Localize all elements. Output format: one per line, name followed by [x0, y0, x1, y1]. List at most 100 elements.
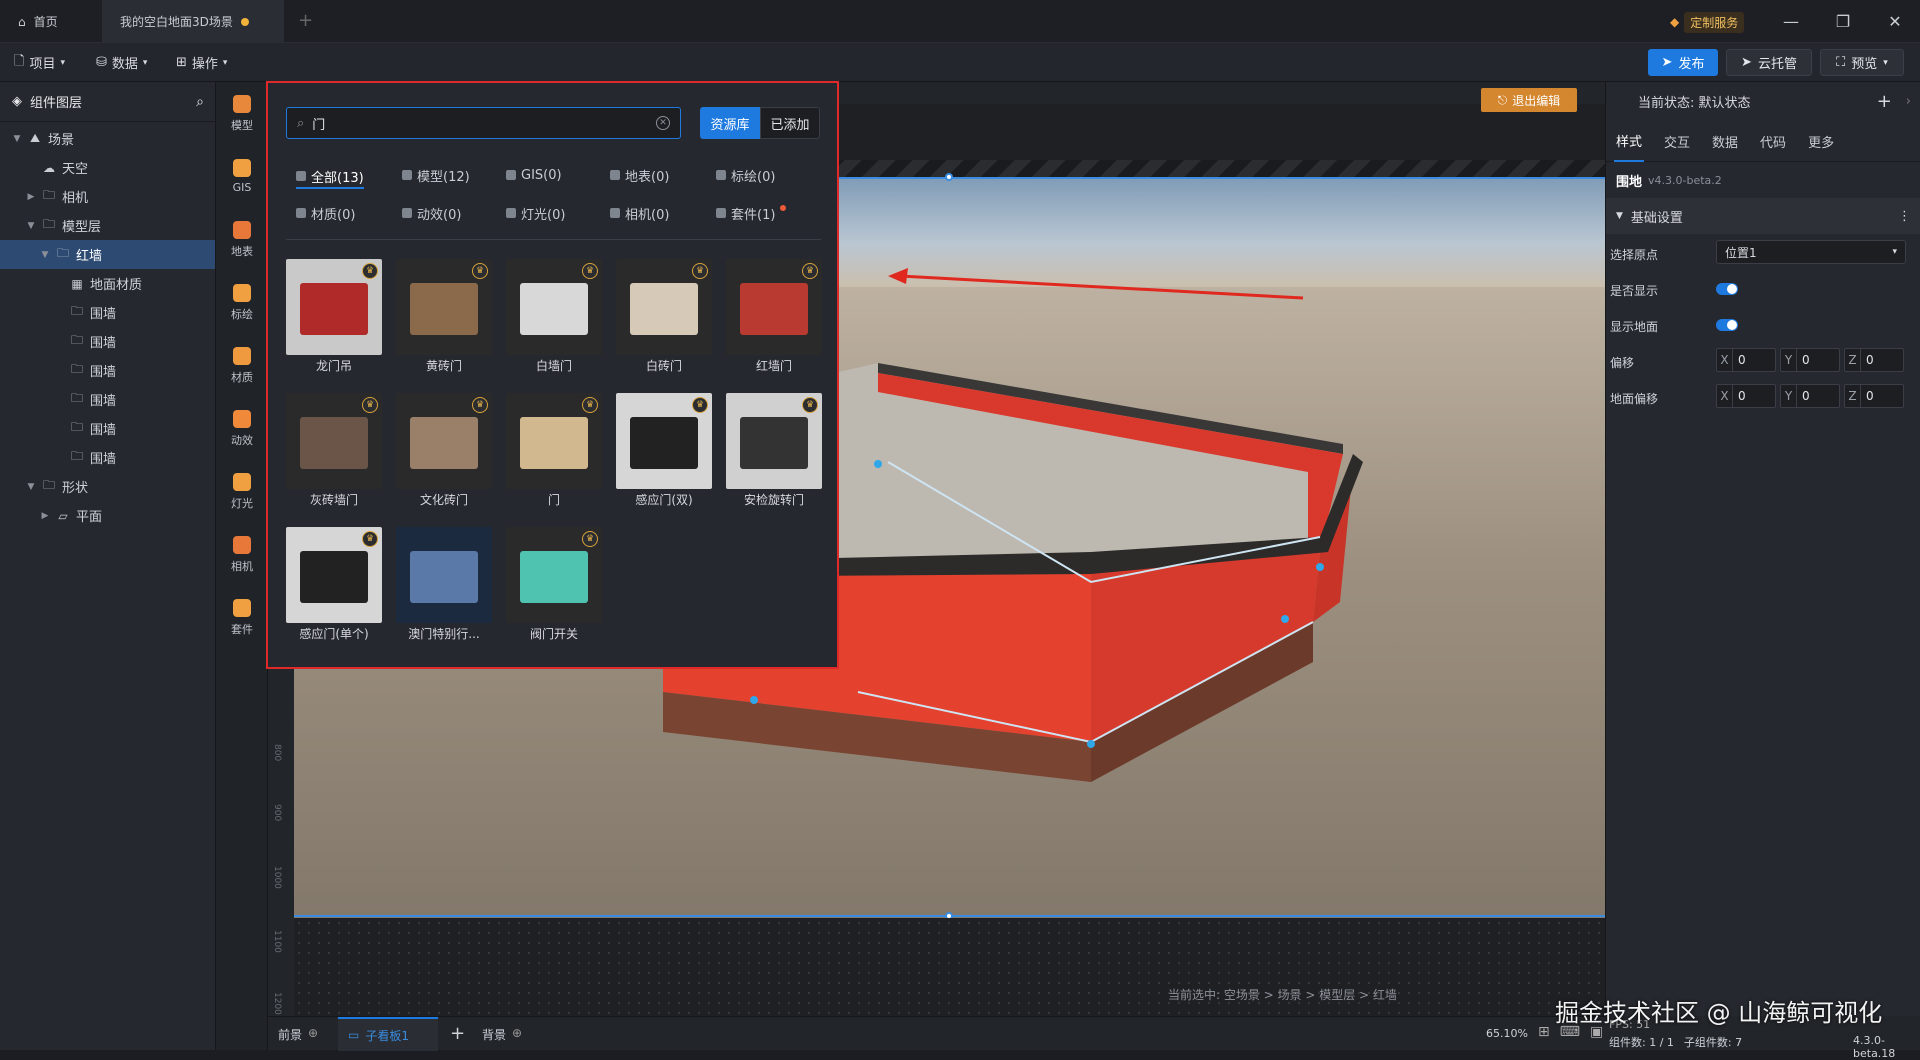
asset-card[interactable]: ♛ 龙门吊	[286, 259, 382, 373]
asset-card[interactable]: ♛ 感应门(双)	[616, 393, 712, 507]
property-tab[interactable]: 样式	[1614, 121, 1645, 162]
chevron-right-icon[interactable]: ▶	[40, 511, 50, 521]
minimize-icon[interactable]: —	[1766, 0, 1816, 43]
layer-item[interactable]: ☁ 天空	[0, 153, 215, 182]
layer-item[interactable]: ▼ 🗀 形状	[0, 472, 215, 501]
category-filter[interactable]: 模型(12)	[402, 165, 470, 185]
ground-offset-y-field[interactable]: Y0	[1780, 384, 1840, 408]
asset-search-input[interactable]: ⌕ 门 ✕	[286, 107, 681, 139]
vertex-handle[interactable]	[874, 460, 882, 468]
menu-ops[interactable]: ⊞ 操作 ▾	[176, 43, 227, 82]
asset-card[interactable]: ♛ 文化砖门	[396, 393, 492, 507]
ground-offset-x-field[interactable]: X0	[1716, 384, 1776, 408]
offset-z-field[interactable]: Z0	[1844, 348, 1904, 372]
new-tab-icon[interactable]: +	[298, 10, 313, 31]
layer-item[interactable]: 🗀 围墙	[0, 298, 215, 327]
tab-library[interactable]: 资源库	[700, 107, 760, 139]
asset-card[interactable]: ♛ 灰砖墙门	[286, 393, 382, 507]
offset-x-field[interactable]: X0	[1716, 348, 1776, 372]
cloud-button[interactable]: ➤ 云托管	[1726, 49, 1812, 76]
chevron-down-icon[interactable]: ▼	[12, 134, 22, 144]
restore-icon[interactable]: ❐	[1818, 0, 1868, 43]
search-icon[interactable]: ⌕	[196, 94, 204, 110]
layer-item[interactable]: ▶ 🗀 相机	[0, 182, 215, 211]
menu-project[interactable]: 🗋 项目 ▾	[14, 43, 65, 82]
chevron-down-icon[interactable]: ▼	[40, 250, 50, 260]
add-state-icon[interactable]: +	[1877, 91, 1892, 112]
chevron-down-icon[interactable]: ▼	[26, 482, 36, 492]
asset-card[interactable]: ♛ 白砖门	[616, 259, 712, 373]
layer-item[interactable]: ▼ 🗀 红墙	[0, 240, 215, 269]
category-filter[interactable]: 材质(0)	[296, 203, 355, 223]
property-tab[interactable]: 更多	[1806, 122, 1836, 161]
asset-card[interactable]: 澳门特别行...	[396, 527, 492, 641]
layer-item[interactable]: ▼ 🗀 模型层	[0, 211, 215, 240]
publish-button[interactable]: ➤ 发布	[1648, 49, 1718, 76]
add-panel-icon[interactable]: +	[450, 1023, 465, 1044]
side-category-5[interactable]: 动效	[216, 397, 268, 460]
layer-item[interactable]: 🗀 围墙	[0, 443, 215, 472]
exit-edit-button[interactable]: ⎋ 退出编辑	[1481, 88, 1577, 112]
asset-card[interactable]: ♛ 黄砖门	[396, 259, 492, 373]
tab-foreground[interactable]: 前景 ⊕	[278, 1026, 318, 1043]
custom-service-button[interactable]: ◆ 定制服务	[1670, 11, 1762, 33]
category-filter[interactable]: 全部(13)	[296, 165, 364, 189]
category-filter[interactable]: 相机(0)	[610, 203, 669, 223]
asset-card[interactable]: ♛ 感应门(单个)	[286, 527, 382, 641]
side-category-6[interactable]: 灯光	[216, 460, 268, 523]
show-ground-toggle[interactable]	[1716, 319, 1738, 331]
side-category-2[interactable]: 地表	[216, 208, 268, 271]
layer-item[interactable]: ▼ ⛰ 场景	[0, 124, 215, 153]
side-category-3[interactable]: 标绘	[216, 271, 268, 334]
ground-offset-z-field[interactable]: Z0	[1844, 384, 1904, 408]
vertex-handle[interactable]	[750, 696, 758, 704]
visible-toggle[interactable]	[1716, 283, 1738, 295]
chevron-down-icon[interactable]: ▼	[26, 221, 36, 231]
tab-added[interactable]: 已添加	[760, 107, 820, 139]
side-category-4[interactable]: 材质	[216, 334, 268, 397]
layer-item[interactable]: 🗀 围墙	[0, 414, 215, 443]
section-basic[interactable]: ▼ 基础设置 ⋮	[1606, 198, 1920, 234]
asset-card[interactable]: ♛ 阀门开关	[506, 527, 602, 641]
asset-card[interactable]: ♛ 安检旋转门	[726, 393, 822, 507]
menu-data[interactable]: ⛁ 数据 ▾	[96, 43, 147, 82]
category-filter[interactable]: 标绘(0)	[716, 165, 775, 185]
property-tab[interactable]: 交互	[1662, 122, 1692, 161]
tab-scene[interactable]: 我的空白地面3D场景	[102, 0, 284, 43]
origin-select[interactable]: 位置1 ▾	[1716, 240, 1906, 264]
asset-card[interactable]: ♛ 红墙门	[726, 259, 822, 373]
category-filter[interactable]: 灯光(0)	[506, 203, 565, 223]
side-category-8[interactable]: 套件	[216, 586, 268, 649]
asset-card[interactable]: ♛ 白墙门	[506, 259, 602, 373]
layer-item[interactable]: 🗀 围墙	[0, 356, 215, 385]
chevron-right-icon[interactable]: ›	[1906, 94, 1911, 109]
more-vertical-icon[interactable]: ⋮	[1898, 209, 1911, 224]
tab-background[interactable]: 背景 ⊕	[482, 1026, 522, 1043]
side-category-7[interactable]: 相机	[216, 523, 268, 586]
side-category-0[interactable]: 模型	[216, 82, 268, 145]
property-tab[interactable]: 代码	[1758, 122, 1788, 161]
add-circle-icon[interactable]: ⊕	[512, 1026, 522, 1043]
property-tab[interactable]: 数据	[1710, 122, 1740, 161]
category-filter[interactable]: 动效(0)	[402, 203, 461, 223]
layer-item[interactable]: ▦ 地面材质	[0, 269, 215, 298]
vertex-handle[interactable]	[1316, 563, 1324, 571]
offset-y-field[interactable]: Y0	[1780, 348, 1840, 372]
vertex-handle[interactable]	[1281, 615, 1289, 623]
layer-item[interactable]: 🗀 围墙	[0, 385, 215, 414]
tab-subpanel[interactable]: ▭ 子看板1	[338, 1017, 438, 1051]
chevron-right-icon[interactable]: ▶	[26, 192, 36, 202]
category-filter[interactable]: GIS(0)	[506, 165, 562, 185]
asset-card[interactable]: ♛ 门	[506, 393, 602, 507]
vertex-handle[interactable]	[1087, 740, 1095, 748]
preview-button[interactable]: ⛶ 预览 ▾	[1820, 49, 1904, 76]
clear-icon[interactable]: ✕	[656, 116, 670, 130]
layer-item[interactable]: ▶ ▱ 平面	[0, 501, 215, 530]
layer-item[interactable]: 🗀 围墙	[0, 327, 215, 356]
tab-home[interactable]: ⌂ 首页	[0, 0, 100, 43]
fit-icon[interactable]: ⊞	[1538, 1024, 1550, 1040]
category-filter[interactable]: 套件(1)	[716, 203, 787, 223]
add-circle-icon[interactable]: ⊕	[308, 1026, 318, 1043]
side-category-1[interactable]: GIS	[216, 145, 268, 208]
close-icon[interactable]: ✕	[1870, 0, 1920, 43]
